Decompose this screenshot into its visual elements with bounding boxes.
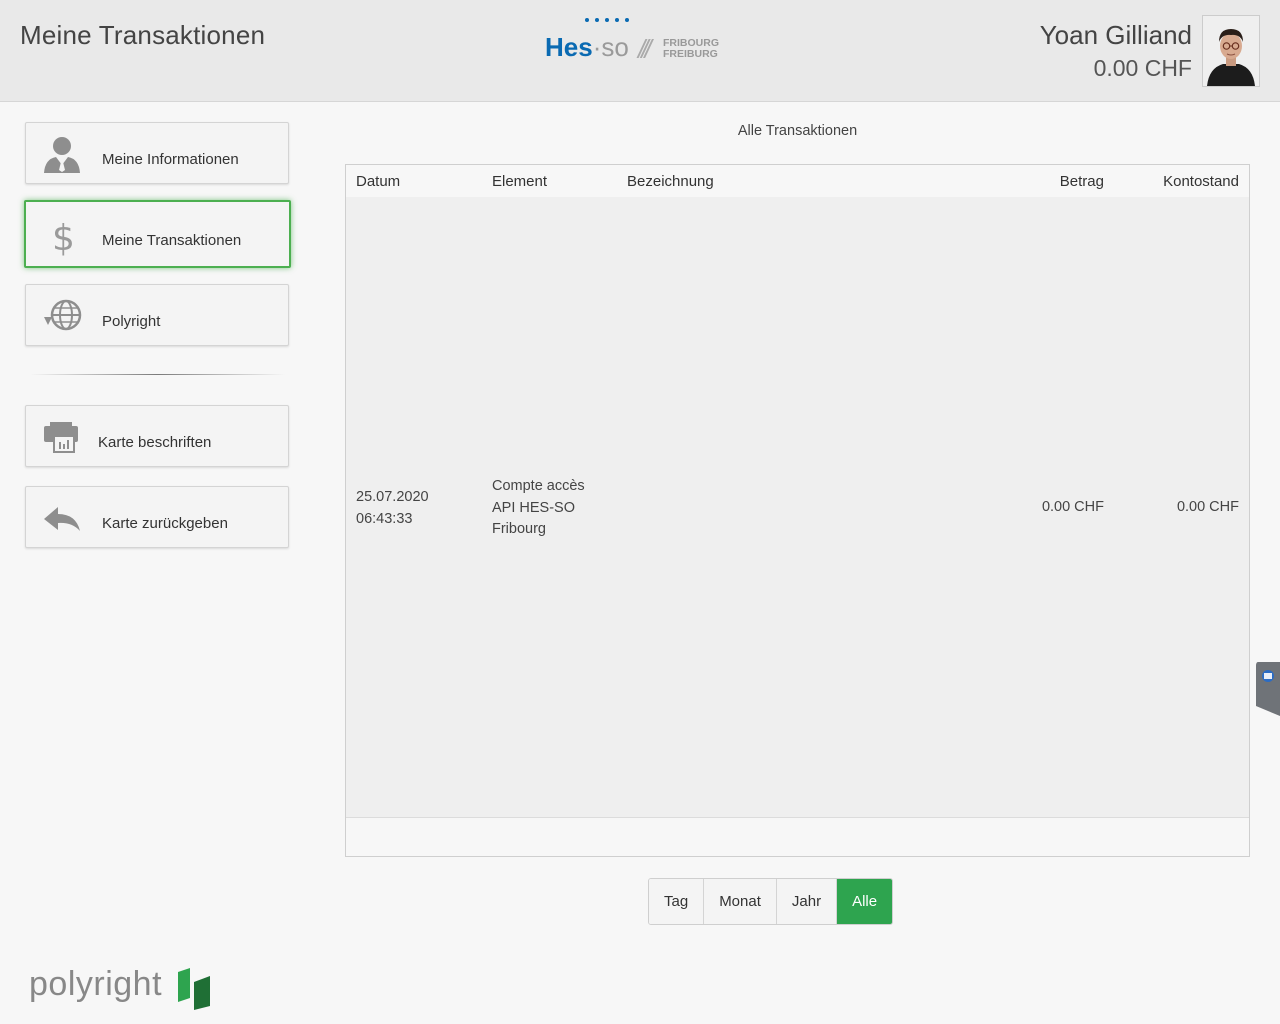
sidebar-item-polyright[interactable]: Polyright — [25, 284, 289, 346]
sidebar-item-karte-beschriften[interactable]: Karte beschriften — [25, 405, 289, 467]
table-row[interactable]: 25.07.2020 06:43:33 Compte accès API HES… — [346, 197, 1249, 818]
sidebar-item-label: Polyright — [102, 313, 161, 330]
cell-kontostand: 0.00 CHF — [1176, 499, 1239, 515]
transactions-table: Datum Element Bezeichnung Betrag Kontost… — [345, 164, 1250, 857]
sidebar-item-label: Meine Transaktionen — [102, 232, 242, 249]
hes-so-logo: Hes·so /// FRIBOURG FREIBURG — [545, 18, 725, 66]
cell-element-line: Compte accès — [492, 478, 585, 494]
table-header: Datum Element Bezeichnung Betrag Kontost… — [346, 165, 1249, 198]
sidebar-item-meine-informationen[interactable]: Meine Informationen — [25, 122, 289, 184]
filter-jahr-button[interactable]: Jahr — [776, 879, 838, 924]
logo-so-word: so — [601, 32, 629, 62]
transactions-title: Alle Transaktionen — [737, 123, 858, 139]
return-arrow-icon — [44, 507, 80, 531]
cell-element-line: Fribourg — [492, 521, 546, 537]
side-tab-handle[interactable] — [1254, 660, 1280, 718]
sidebar-item-label: Karte zurückgeben — [102, 515, 228, 532]
sidebar-divider — [30, 374, 285, 375]
logo-city: FRIBOURG FREIBURG — [663, 38, 719, 60]
globe-icon — [44, 299, 82, 331]
user-name: Yoan Gilliand — [1039, 20, 1192, 50]
sidebar-item-meine-transaktionen[interactable]: $ Meine Transaktionen — [24, 200, 291, 268]
dollar-icon: $ — [52, 218, 75, 256]
cell-betrag: 0.00 CHF — [1041, 499, 1104, 515]
sidebar-item-karte-zurueckgeben[interactable]: Karte zurückgeben — [25, 486, 289, 548]
sidebar-item-label: Karte beschriften — [98, 434, 212, 451]
page-title: Meine Transaktionen — [20, 20, 266, 50]
cell-datum: 25.07.2020 06:43:33 — [356, 487, 429, 530]
cell-element: Compte accès API HES-SO Fribourg — [492, 476, 585, 541]
card-printer-icon — [44, 422, 78, 453]
cell-time: 06:43:33 — [356, 510, 413, 527]
filter-monat-button[interactable]: Monat — [704, 879, 777, 924]
cell-date: 25.07.2020 — [356, 489, 429, 505]
logo-hes-word: Hes — [545, 32, 593, 62]
sidebar-item-label: Meine Informationen — [102, 151, 239, 168]
filter-tag-button[interactable]: Tag — [649, 879, 705, 924]
column-header-element[interactable]: Element — [492, 173, 547, 190]
logo-hes-text: Hes·so — [545, 32, 629, 62]
column-header-kontostand[interactable]: Kontostand — [1163, 173, 1239, 190]
avatar[interactable] — [1202, 15, 1260, 87]
cell-element-line: API HES-SO — [492, 499, 575, 516]
polyright-logo-mark — [178, 968, 210, 1010]
filter-alle-button[interactable]: Alle — [837, 879, 893, 924]
header: Meine Transaktionen Hes·so /// FRIBOURG … — [0, 0, 1280, 102]
column-header-datum[interactable]: Datum — [356, 173, 400, 190]
logo-city-line2: FREIBURG — [663, 48, 718, 60]
column-header-bezeichnung[interactable]: Bezeichnung — [627, 173, 714, 190]
logo-dots — [585, 18, 629, 22]
user-balance: 0.00 CHF — [1093, 55, 1192, 81]
svg-text:$: $ — [52, 218, 75, 256]
polyright-logo-text: polyright — [29, 965, 163, 1003]
column-header-betrag[interactable]: Betrag — [1060, 173, 1104, 190]
logo-slashes: /// — [638, 34, 652, 64]
period-filter: Tag Monat Jahr Alle — [648, 878, 894, 925]
user-icon — [44, 137, 80, 173]
